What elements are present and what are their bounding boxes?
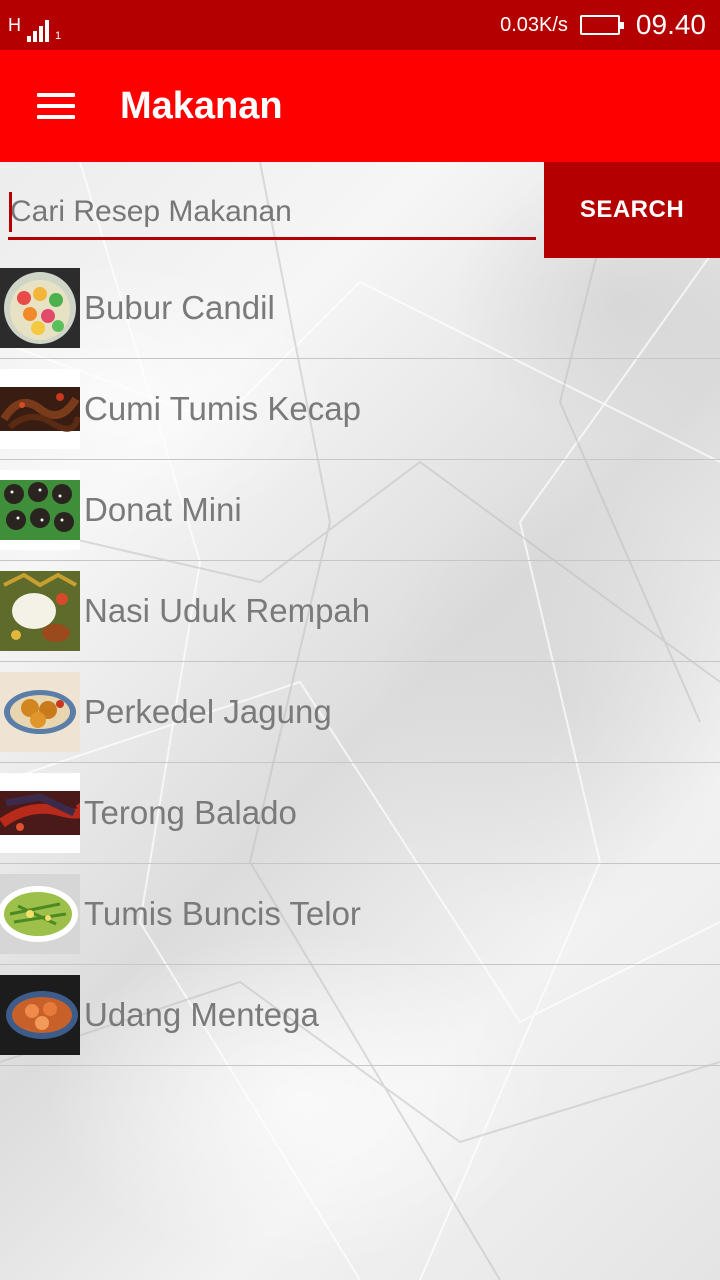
recipe-name: Terong Balado [84,794,297,831]
status-bar: H 1 0.03K/s 09.40 [0,0,720,50]
donat-mini-photo [0,470,80,550]
recipe-list: Bubur Candil Cumi Tumis Kecap Donat Mini… [0,258,720,1066]
recipe-name: Tumis Buncis Telor [84,895,361,932]
battery-icon [579,15,624,35]
tumis-buncis-telor-photo [0,874,80,954]
app-bar: Makanan [0,50,720,162]
text-cursor [9,192,12,232]
nasi-uduk-rempah-photo [0,571,80,651]
network-indicator: H 1 [8,8,61,42]
list-item[interactable]: Terong Balado [0,763,720,864]
bubur-candil-photo [0,268,80,348]
search-input[interactable] [8,186,536,240]
search-button[interactable]: SEARCH [544,162,720,258]
recipe-name: Perkedel Jagung [84,693,332,730]
list-item[interactable]: Perkedel Jagung [0,662,720,763]
terong-balado-photo [0,773,80,853]
recipe-name: Udang Mentega [84,996,319,1033]
recipe-name: Nasi Uduk Rempah [84,592,371,629]
menu-button[interactable] [0,50,112,162]
list-item[interactable]: Tumis Buncis Telor [0,864,720,965]
recipe-name: Donat Mini [84,491,242,528]
search-bar: SEARCH [0,162,720,258]
cumi-tumis-kecap-photo [0,369,80,449]
udang-mentega-photo [0,975,80,1055]
clock: 09.40 [635,9,706,40]
list-item[interactable]: Cumi Tumis Kecap [0,359,720,460]
list-item[interactable]: Nasi Uduk Rempah [0,561,720,662]
network-speed: 0.03K/s [500,13,568,36]
hamburger-menu-icon [37,93,75,119]
recipe-name: Cumi Tumis Kecap [84,390,361,427]
page-title: Makanan [120,84,283,127]
list-item[interactable]: Udang Mentega [0,965,720,1066]
recipe-name: Bubur Candil [84,289,275,326]
network-type-label: H [8,15,21,35]
signal-sub-label: 1 [55,30,62,42]
signal-strength-icon [27,20,49,42]
list-item[interactable]: Donat Mini [0,460,720,561]
perkedel-jagung-photo [0,672,80,752]
list-item[interactable]: Bubur Candil [0,258,720,359]
